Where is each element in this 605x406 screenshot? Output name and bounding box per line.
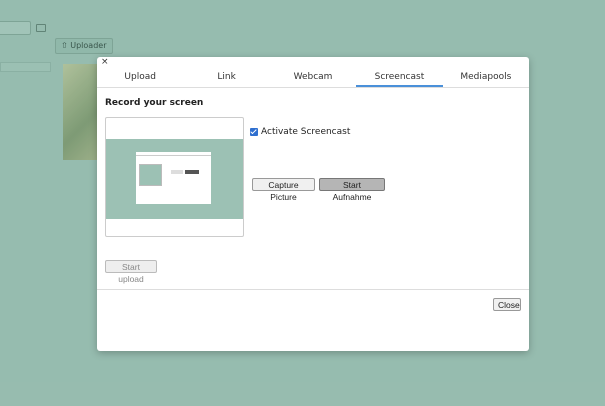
activate-screencast-checkbox[interactable] <box>250 128 258 136</box>
start-recording-button[interactable]: Start Aufnahme <box>319 178 385 202</box>
start-upload-button[interactable]: Start upload <box>105 260 157 284</box>
tab-webcam[interactable]: Webcam <box>270 68 356 87</box>
screencast-panel: Record your screen Activate Screencast C… <box>97 88 529 288</box>
tab-link[interactable]: Link <box>183 68 269 87</box>
preview-button <box>171 170 183 174</box>
tab-bar: Upload Link Webcam Screencast Mediapools <box>97 68 529 88</box>
screencast-preview <box>105 117 244 237</box>
tab-screencast[interactable]: Screencast <box>356 68 443 87</box>
panel-heading: Record your screen <box>105 98 204 108</box>
activate-screencast-label: Activate Screencast <box>261 127 351 137</box>
preview-tabline <box>136 155 211 156</box>
close-icon[interactable]: × <box>101 57 109 67</box>
preview-image <box>139 164 162 186</box>
preview-button-active <box>185 170 199 174</box>
upload-modal: × Upload Link Webcam Screencast Mediapoo… <box>97 57 529 351</box>
tab-upload[interactable]: Upload <box>97 68 183 87</box>
footer-divider <box>97 289 529 290</box>
capture-picture-button[interactable]: Capture Picture <box>252 178 315 202</box>
tab-mediapools[interactable]: Mediapools <box>443 68 529 87</box>
close-button[interactable]: Close <box>493 298 521 311</box>
activate-screencast-row[interactable]: Activate Screencast <box>250 127 350 137</box>
